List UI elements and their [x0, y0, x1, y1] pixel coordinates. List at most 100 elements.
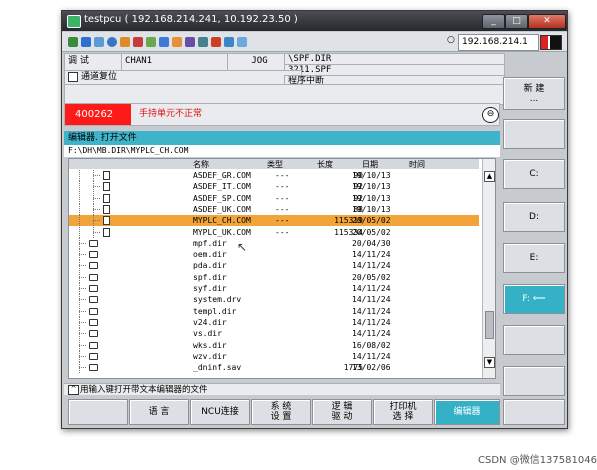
tree-line: [93, 186, 101, 188]
chart-icon[interactable]: [133, 37, 143, 47]
softkey-drive-f[interactable]: F: ⟸: [503, 284, 565, 314]
tree-line: [93, 220, 101, 222]
file-name: spf.dir: [193, 272, 227, 282]
softkey-bottom-8[interactable]: [503, 399, 565, 425]
file-row[interactable]: ASDEF_IT.COM --- 92 19/10/13: [69, 181, 479, 193]
network-icon[interactable]: [224, 37, 234, 47]
file-row[interactable]: system.drv 14/11/24: [69, 294, 479, 306]
column-time: 时间: [409, 160, 425, 169]
file-row[interactable]: ASDEF_UK.COM --- 88 19/10/13: [69, 203, 479, 215]
tree-line: [79, 299, 87, 301]
folder-icon: [89, 364, 98, 372]
folder-icon: [89, 307, 98, 315]
close-button[interactable]: ✕: [528, 14, 566, 29]
softkey-right-8[interactable]: [503, 366, 565, 396]
softkey-drive-e[interactable]: E:: [503, 243, 565, 273]
file-row[interactable]: spf.dir 20/05/02: [69, 271, 479, 283]
tool-icon[interactable]: [146, 37, 156, 47]
tree-line: [79, 321, 87, 323]
info-icon[interactable]: [159, 37, 169, 47]
file-date: 14/11/24: [352, 351, 391, 361]
folder-icon: [89, 318, 98, 326]
alarm-cancel-icon[interactable]: ⊖: [482, 107, 499, 123]
connect-icon[interactable]: [68, 37, 78, 47]
alarm-bar: 400262 手持单元不正常 ⊖: [64, 103, 500, 126]
mouse-cursor-icon: ↖: [237, 240, 248, 254]
file-row[interactable]: _dninf.sav 1775 13/02/06: [69, 362, 479, 374]
file-row[interactable]: wks.dir 16/08/02: [69, 339, 479, 351]
monitor-icon[interactable]: [94, 37, 104, 47]
file-icon: [103, 216, 110, 226]
file-name: MYPLC_UK.COM: [193, 227, 251, 237]
hint-bar: 用输入键打开带文本编辑器的文件: [64, 383, 500, 395]
file-row[interactable]: mpf.dir 20/04/30: [69, 237, 479, 249]
scroll-thumb[interactable]: [485, 311, 494, 339]
editor-header: 编辑器. 打开文件: [64, 131, 500, 145]
tree-line: [79, 192, 80, 204]
file-row[interactable]: syf.dir 14/11/24: [69, 283, 479, 294]
settings-icon[interactable]: [172, 37, 182, 47]
file-row[interactable]: vs.dir 14/11/24: [69, 328, 479, 340]
file-list-scrollbar[interactable]: ▲ ▼: [482, 159, 495, 378]
tree-line: [93, 231, 101, 233]
file-row[interactable]: wzv.dir 14/11/24: [69, 350, 479, 362]
softkey-system-settings[interactable]: 系 统 设 置: [251, 399, 311, 425]
folder-icon[interactable]: [120, 37, 130, 47]
file-icon: [103, 171, 110, 180]
file-type: ---: [275, 182, 290, 192]
softkey-printer-select[interactable]: 打印机 选 择: [373, 399, 433, 425]
file-row[interactable]: oem.dir 14/11/24: [69, 249, 479, 261]
softkey-new[interactable]: 新 建 ...: [503, 77, 565, 110]
file-type: ---: [275, 227, 290, 237]
file-date: 19/10/13: [352, 171, 391, 180]
transfer-icon[interactable]: [198, 37, 208, 47]
file-row[interactable]: MYPLC_UK.COM --- 115334 20/05/02: [69, 226, 479, 238]
app-icon: [67, 15, 81, 28]
scroll-up-arrow-icon[interactable]: ▲: [484, 171, 495, 182]
column-name: 名称: [193, 160, 209, 169]
softkey-editor[interactable]: 编辑器: [434, 399, 500, 425]
file-date: 20/05/02: [352, 216, 391, 226]
globe-icon[interactable]: [107, 37, 117, 47]
file-date: 20/05/02: [352, 227, 391, 237]
tree-line: [79, 170, 80, 181]
file-name: templ.dir: [193, 306, 237, 316]
file-name: _dninf.sav: [193, 363, 242, 373]
file-name: oem.dir: [193, 250, 227, 260]
softkey-logical-drive[interactable]: 逻 辑 驱 动: [312, 399, 372, 425]
folder-icon: [89, 273, 98, 281]
minimize-button[interactable]: _: [482, 14, 505, 29]
softkey-right-2[interactable]: [503, 119, 565, 149]
softkey-drive-d[interactable]: D:: [503, 202, 565, 232]
folder-icon: [89, 352, 98, 360]
file-row[interactable]: pda.dir 14/11/24: [69, 260, 479, 272]
help-icon[interactable]: [237, 37, 247, 47]
watermark: CSDN @微信13758104650: [478, 455, 597, 466]
file-row[interactable]: ASDEF_GR.COM --- 90 19/10/13: [69, 170, 479, 181]
softkey-drive-c[interactable]: C:: [503, 159, 565, 189]
softkey-language[interactable]: 语 言: [129, 399, 189, 425]
scroll-down-arrow-icon[interactable]: ▼: [484, 357, 495, 368]
stop-icon[interactable]: [211, 37, 221, 47]
program-icon[interactable]: [185, 37, 195, 47]
hint-expand-icon[interactable]: ^: [68, 385, 79, 395]
maximize-button[interactable]: □: [505, 14, 528, 29]
tree-line: [79, 344, 87, 346]
folder-icon: [89, 239, 98, 247]
folder-icon: [89, 330, 98, 338]
file-type: ---: [275, 204, 290, 214]
file-row[interactable]: ASDEF_SP.COM --- 92 19/10/13: [69, 192, 479, 204]
file-row[interactable]: templ.dir 14/11/24: [69, 305, 479, 317]
file-row[interactable]: v24.dir 14/11/24: [69, 316, 479, 328]
softkey-right-7[interactable]: [503, 325, 565, 355]
file-date: 14/11/24: [352, 250, 391, 260]
softkey-ncu-connect[interactable]: NCU连接: [190, 399, 250, 425]
file-date: 16/08/02: [352, 340, 391, 350]
file-row[interactable]: MYPLC_CH.COM --- 115319 20/05/02: [69, 215, 479, 227]
column-date: 日期: [362, 160, 378, 169]
ip-address-field[interactable]: 192.168.214.1: [458, 34, 539, 51]
disk-icon[interactable]: [81, 37, 91, 47]
softkey-bottom-1[interactable]: [68, 399, 128, 425]
alarm-number: 400262: [65, 104, 131, 125]
title-bar: testpcu ( 192.168.214.241, 10.192.23.50 …: [62, 11, 567, 31]
